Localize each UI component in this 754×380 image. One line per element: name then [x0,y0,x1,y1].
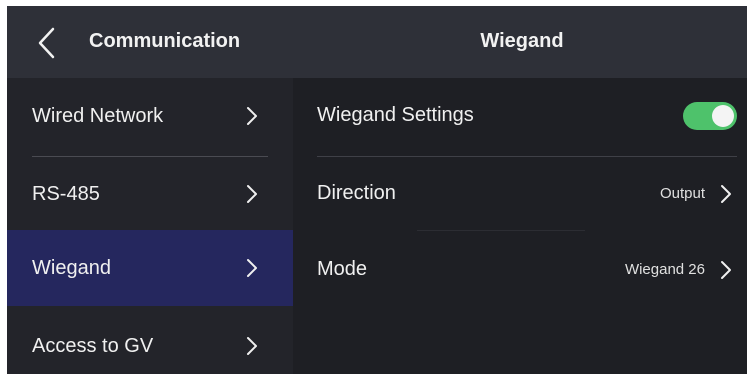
mode-label: Mode [317,258,368,280]
sidebar-item-rs-485[interactable]: RS-485 [7,156,293,232]
wiegand-settings-label: Wiegand Settings [317,104,474,126]
toggle-knob [712,105,734,127]
header-bar: Communication Wiegand [7,6,747,78]
chevron-right-icon [247,107,257,125]
faint-divider [417,230,585,231]
sidebar-item-access-to-gv[interactable]: Access to GV [7,308,293,374]
sidebar-item-wired-network[interactable]: Wired Network [7,78,293,154]
wiegand-settings-toggle[interactable] [683,102,737,130]
chevron-right-icon [247,185,257,203]
sidebar-item-wiegand[interactable]: Wiegand [7,230,293,306]
content-panel: Wiegand Settings Direction Output Mode W… [293,78,747,374]
chevron-right-icon [247,259,257,277]
direction-value: Output [659,185,705,202]
header-title-communication: Communication [89,30,241,52]
chevron-right-icon [247,337,257,355]
sidebar-item-label: Wiegand [32,256,111,279]
direction-row[interactable]: Direction Output [293,156,747,232]
sidebar-item-label: Access to GV [32,334,154,357]
sidebar-item-label: RS-485 [32,182,100,205]
sidebar: Wired Network RS-485 Wiegand Access to G… [7,78,293,374]
chevron-right-icon [721,261,731,279]
sidebar-item-label: Wired Network [32,104,164,127]
direction-label: Direction [317,182,396,204]
chevron-right-icon [721,185,731,203]
mode-row[interactable]: Mode Wiegand 26 [293,232,747,308]
mode-value: Wiegand 26 [624,261,705,278]
page-title: Wiegand [480,30,564,52]
wiegand-settings-row: Wiegand Settings [293,78,747,154]
settings-screen: Communication Wiegand Wired Network RS-4… [7,6,747,374]
chevron-left-icon[interactable] [35,26,59,60]
